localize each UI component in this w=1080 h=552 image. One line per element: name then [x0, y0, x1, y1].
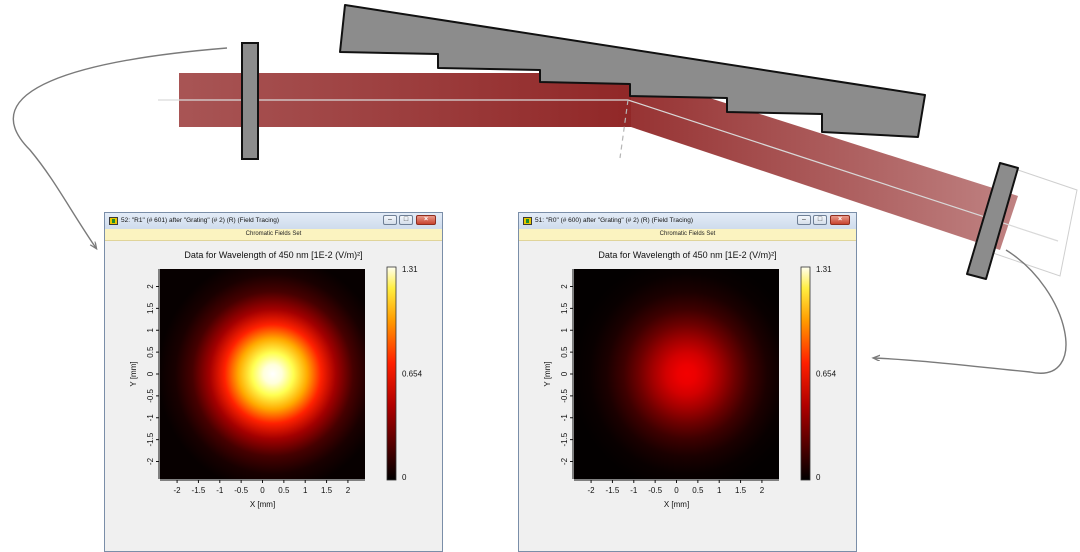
field-window-r0[interactable]: 51: "R0" (# 600) after "Grating" (# 2) (… — [518, 212, 857, 552]
colorbar — [800, 266, 811, 481]
intensity-heatmap — [574, 269, 779, 479]
plot-area: Data for Wavelength of 450 nm [1E-2 (V/m… — [105, 241, 442, 551]
minimize-button[interactable]: – — [797, 215, 811, 225]
x-tick-label: 1.5 — [735, 486, 747, 495]
intensity-heatmap — [160, 269, 365, 479]
x-tick-label: 0.5 — [278, 486, 290, 495]
app-icon — [523, 217, 532, 225]
y-tick-label: -2 — [146, 457, 155, 465]
close-button[interactable]: × — [416, 215, 436, 225]
x-tick-label: -1.5 — [606, 486, 620, 495]
y-tick-label: -1 — [146, 414, 155, 422]
plot-area: Data for Wavelength of 450 nm [1E-2 (V/m… — [519, 241, 856, 551]
maximize-button[interactable]: □ — [399, 215, 413, 225]
window-titlebar[interactable]: 52: "R1" (# 601) after "Grating" (# 2) (… — [105, 213, 442, 229]
x-tick-label: -2 — [588, 486, 596, 495]
y-tick-label: -2 — [560, 457, 569, 465]
x-tick-label: 2 — [760, 486, 765, 495]
x-tick-label: 1.5 — [321, 486, 333, 495]
close-button[interactable]: × — [830, 215, 850, 225]
maximize-button[interactable]: □ — [813, 215, 827, 225]
x-tick-label: -0.5 — [648, 486, 662, 495]
x-axis-label: X [mm] — [250, 500, 275, 509]
x-axis-label: X [mm] — [664, 500, 689, 509]
window-title: 51: "R0" (# 600) after "Grating" (# 2) (… — [535, 217, 694, 224]
y-tick-label: 0 — [560, 371, 569, 376]
x-tick-label: 0 — [260, 486, 265, 495]
colorbar-label: 1.31 — [402, 265, 418, 274]
x-tick-label: -1.5 — [192, 486, 206, 495]
y-axis-label: Y [mm] — [129, 361, 138, 386]
y-tick-label: 1.5 — [146, 302, 155, 314]
y-tick-label: -0.5 — [560, 388, 569, 402]
window-titlebar[interactable]: 51: "R0" (# 600) after "Grating" (# 2) (… — [519, 213, 856, 229]
chromatic-fields-set-bar: Chromatic Fields Set — [105, 229, 442, 241]
y-tick-label: 1.5 — [560, 302, 569, 314]
y-tick-label: 1 — [560, 327, 569, 332]
field-plot-r1: -2 -1.5 -1 -0.5 0 0.5 1 1.5 2 2 1.5 1 0.5 0 -0.5 -1 -1.5… — [129, 265, 423, 509]
x-tick-label: -2 — [174, 486, 182, 495]
window-title: 52: "R1" (# 601) after "Grating" (# 2) (… — [121, 217, 280, 224]
colorbar-label: 0.654 — [402, 370, 423, 379]
y-tick-label: 0.5 — [146, 346, 155, 358]
field-plot-r0: -2 -1.5 -1 -0.5 0 0.5 1 1.5 2 2 1.5 1 0.5 0 -0.5 -1 -1.5… — [543, 265, 837, 509]
field-window-r1[interactable]: 52: "R1" (# 601) after "Grating" (# 2) (… — [104, 212, 443, 552]
y-tick-label: -1 — [560, 414, 569, 422]
colorbar-label: 0 — [816, 473, 821, 482]
y-tick-label: 2 — [146, 284, 155, 289]
y-tick-label: -1.5 — [146, 432, 155, 446]
input-plane-element — [241, 42, 259, 160]
y-tick-label: 0 — [146, 371, 155, 376]
x-tick-label: -1 — [216, 486, 224, 495]
y-tick-label: -0.5 — [146, 388, 155, 402]
y-tick-label: 2 — [560, 284, 569, 289]
y-tick-label: 1 — [146, 327, 155, 332]
minimize-button[interactable]: – — [383, 215, 397, 225]
x-tick-label: 1 — [717, 486, 722, 495]
y-tick-label: -1.5 — [560, 432, 569, 446]
colorbar — [386, 266, 397, 481]
chromatic-fields-set-bar: Chromatic Fields Set — [519, 229, 856, 241]
x-tick-label: 1 — [303, 486, 308, 495]
x-tick-label: 0 — [674, 486, 679, 495]
x-tick-label: -0.5 — [234, 486, 248, 495]
y-tick-label: 0.5 — [560, 346, 569, 358]
colorbar-label: 0.654 — [816, 370, 837, 379]
x-tick-label: 0.5 — [692, 486, 704, 495]
app-icon — [109, 217, 118, 225]
x-tick-label: -1 — [630, 486, 638, 495]
colorbar-label: 0 — [402, 473, 407, 482]
colorbar-label: 1.31 — [816, 265, 832, 274]
x-tick-label: 2 — [346, 486, 351, 495]
y-axis-label: Y [mm] — [543, 361, 552, 386]
